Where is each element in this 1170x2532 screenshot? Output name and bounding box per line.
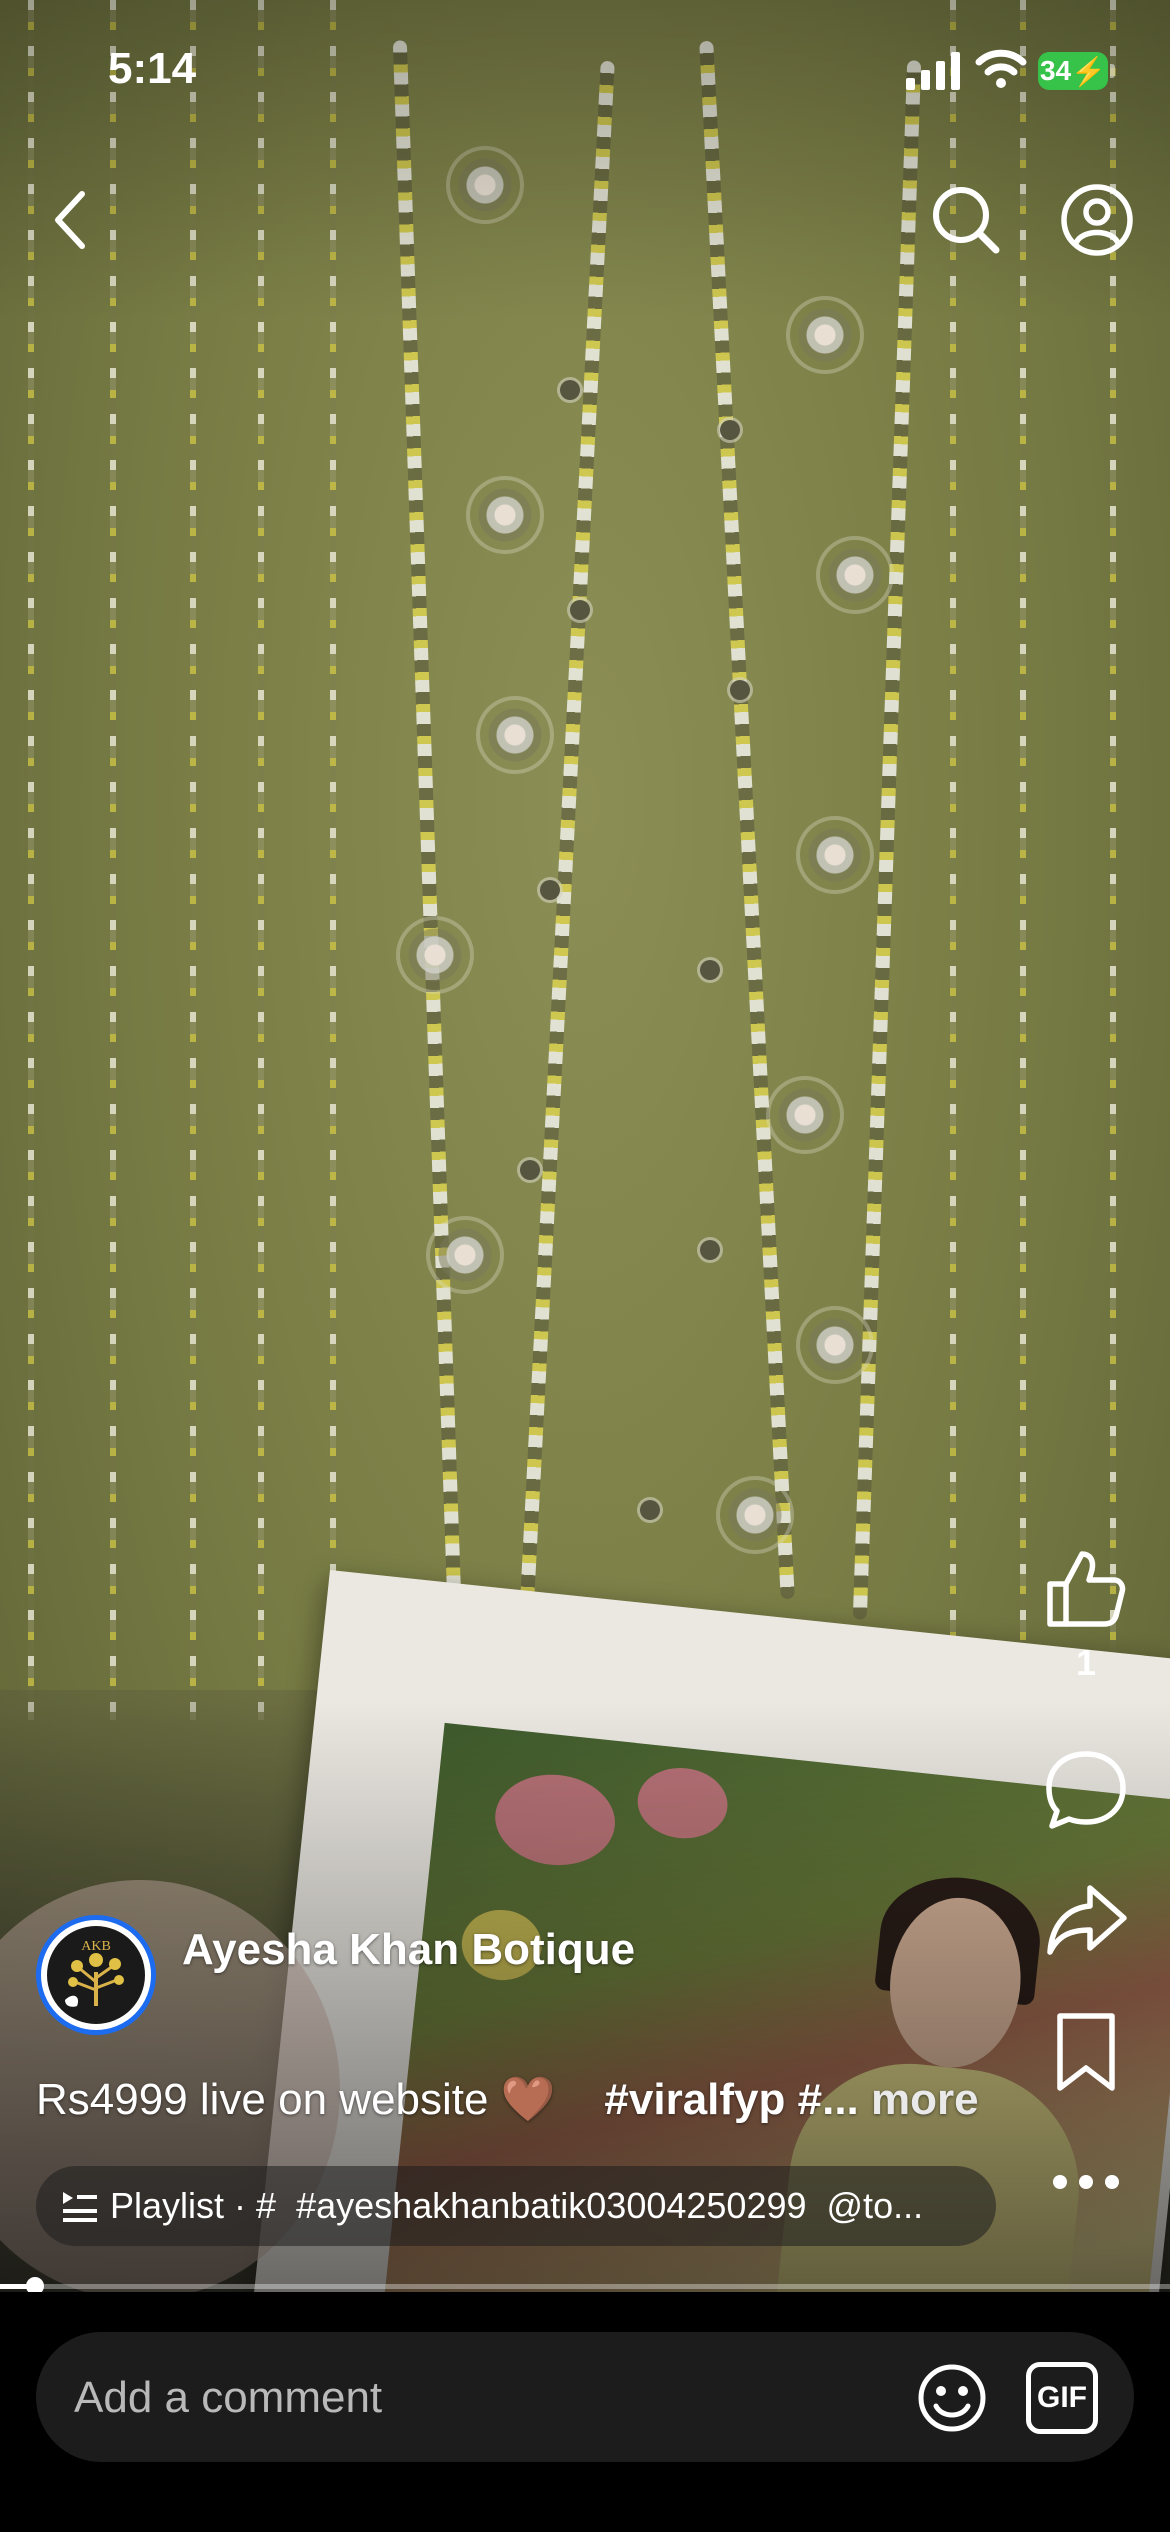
playlist-chip[interactable]: Playlist · # #ayeshakhanbatik03004250299… [36, 2166, 996, 2246]
reel-screen: 5:14 34 ⚡ 1 AKB Ayesha Khan Botique Rs49… [0, 0, 1170, 2532]
author-name[interactable]: Ayesha Khan Botique [182, 1925, 635, 1975]
search-icon [933, 187, 1000, 254]
video-progress-bar[interactable] [0, 2277, 1170, 2295]
profile-button[interactable] [1057, 180, 1137, 260]
caption-text: Rs4999 live on website 🤎 [36, 2075, 556, 2124]
bookmark-button[interactable] [1036, 2002, 1136, 2102]
search-button[interactable] [926, 180, 1006, 260]
signal-icon [906, 52, 960, 90]
comment-icon [1046, 1751, 1126, 1829]
battery-level: 34 [1039, 55, 1072, 86]
playlist-hash: # [256, 2185, 277, 2226]
caption[interactable]: Rs4999 live on website 🤎 #viralfyp #... … [36, 2073, 979, 2125]
profile-icon [1061, 184, 1133, 256]
comment-input[interactable] [72, 2364, 896, 2432]
caption-more-link[interactable]: more [871, 2075, 979, 2124]
battery-cap [1110, 64, 1115, 78]
comment-box[interactable]: GIF [36, 2332, 1134, 2462]
more-icon [1053, 2175, 1119, 2189]
comment-bar: GIF [0, 2292, 1170, 2532]
status-time: 5:14 [108, 44, 197, 93]
share-button[interactable] [1036, 1870, 1136, 1970]
playlist-mention[interactable]: @to... [827, 2185, 924, 2227]
share-icon [1047, 1885, 1127, 1955]
like-button[interactable] [1036, 1538, 1136, 1638]
playlist-label: Playlist [110, 2185, 225, 2226]
back-icon [55, 191, 85, 249]
playlist-tag[interactable]: #ayeshakhanbatik03004250299 [296, 2185, 806, 2227]
battery-icon: 34 ⚡ [1038, 52, 1108, 90]
author-avatar[interactable]: AKB [36, 1915, 156, 2035]
playlist-icon [63, 2192, 97, 2222]
more-options-button[interactable] [1036, 2132, 1136, 2232]
back-button[interactable] [30, 180, 110, 260]
svg-text:AKB: AKB [81, 1939, 111, 1954]
gif-icon[interactable]: GIF [1026, 2362, 1098, 2434]
avatar-logo: AKB [47, 1926, 145, 2024]
comment-button[interactable] [1036, 1740, 1136, 1840]
gif-label: GIF [1037, 2381, 1087, 2414]
playlist-separator: · [234, 2185, 247, 2226]
emoji-icon[interactable] [916, 2362, 988, 2434]
charging-icon: ⚡ [1071, 55, 1107, 87]
like-count: 1 [1075, 1642, 1097, 1683]
bookmark-icon [1057, 2013, 1115, 2091]
tree-logo-icon: AKB [65, 1939, 124, 2007]
wifi-icon [975, 49, 1027, 88]
caption-hashtag[interactable]: #viralfyp #... [604, 2075, 858, 2124]
like-icon [1047, 1551, 1126, 1627]
